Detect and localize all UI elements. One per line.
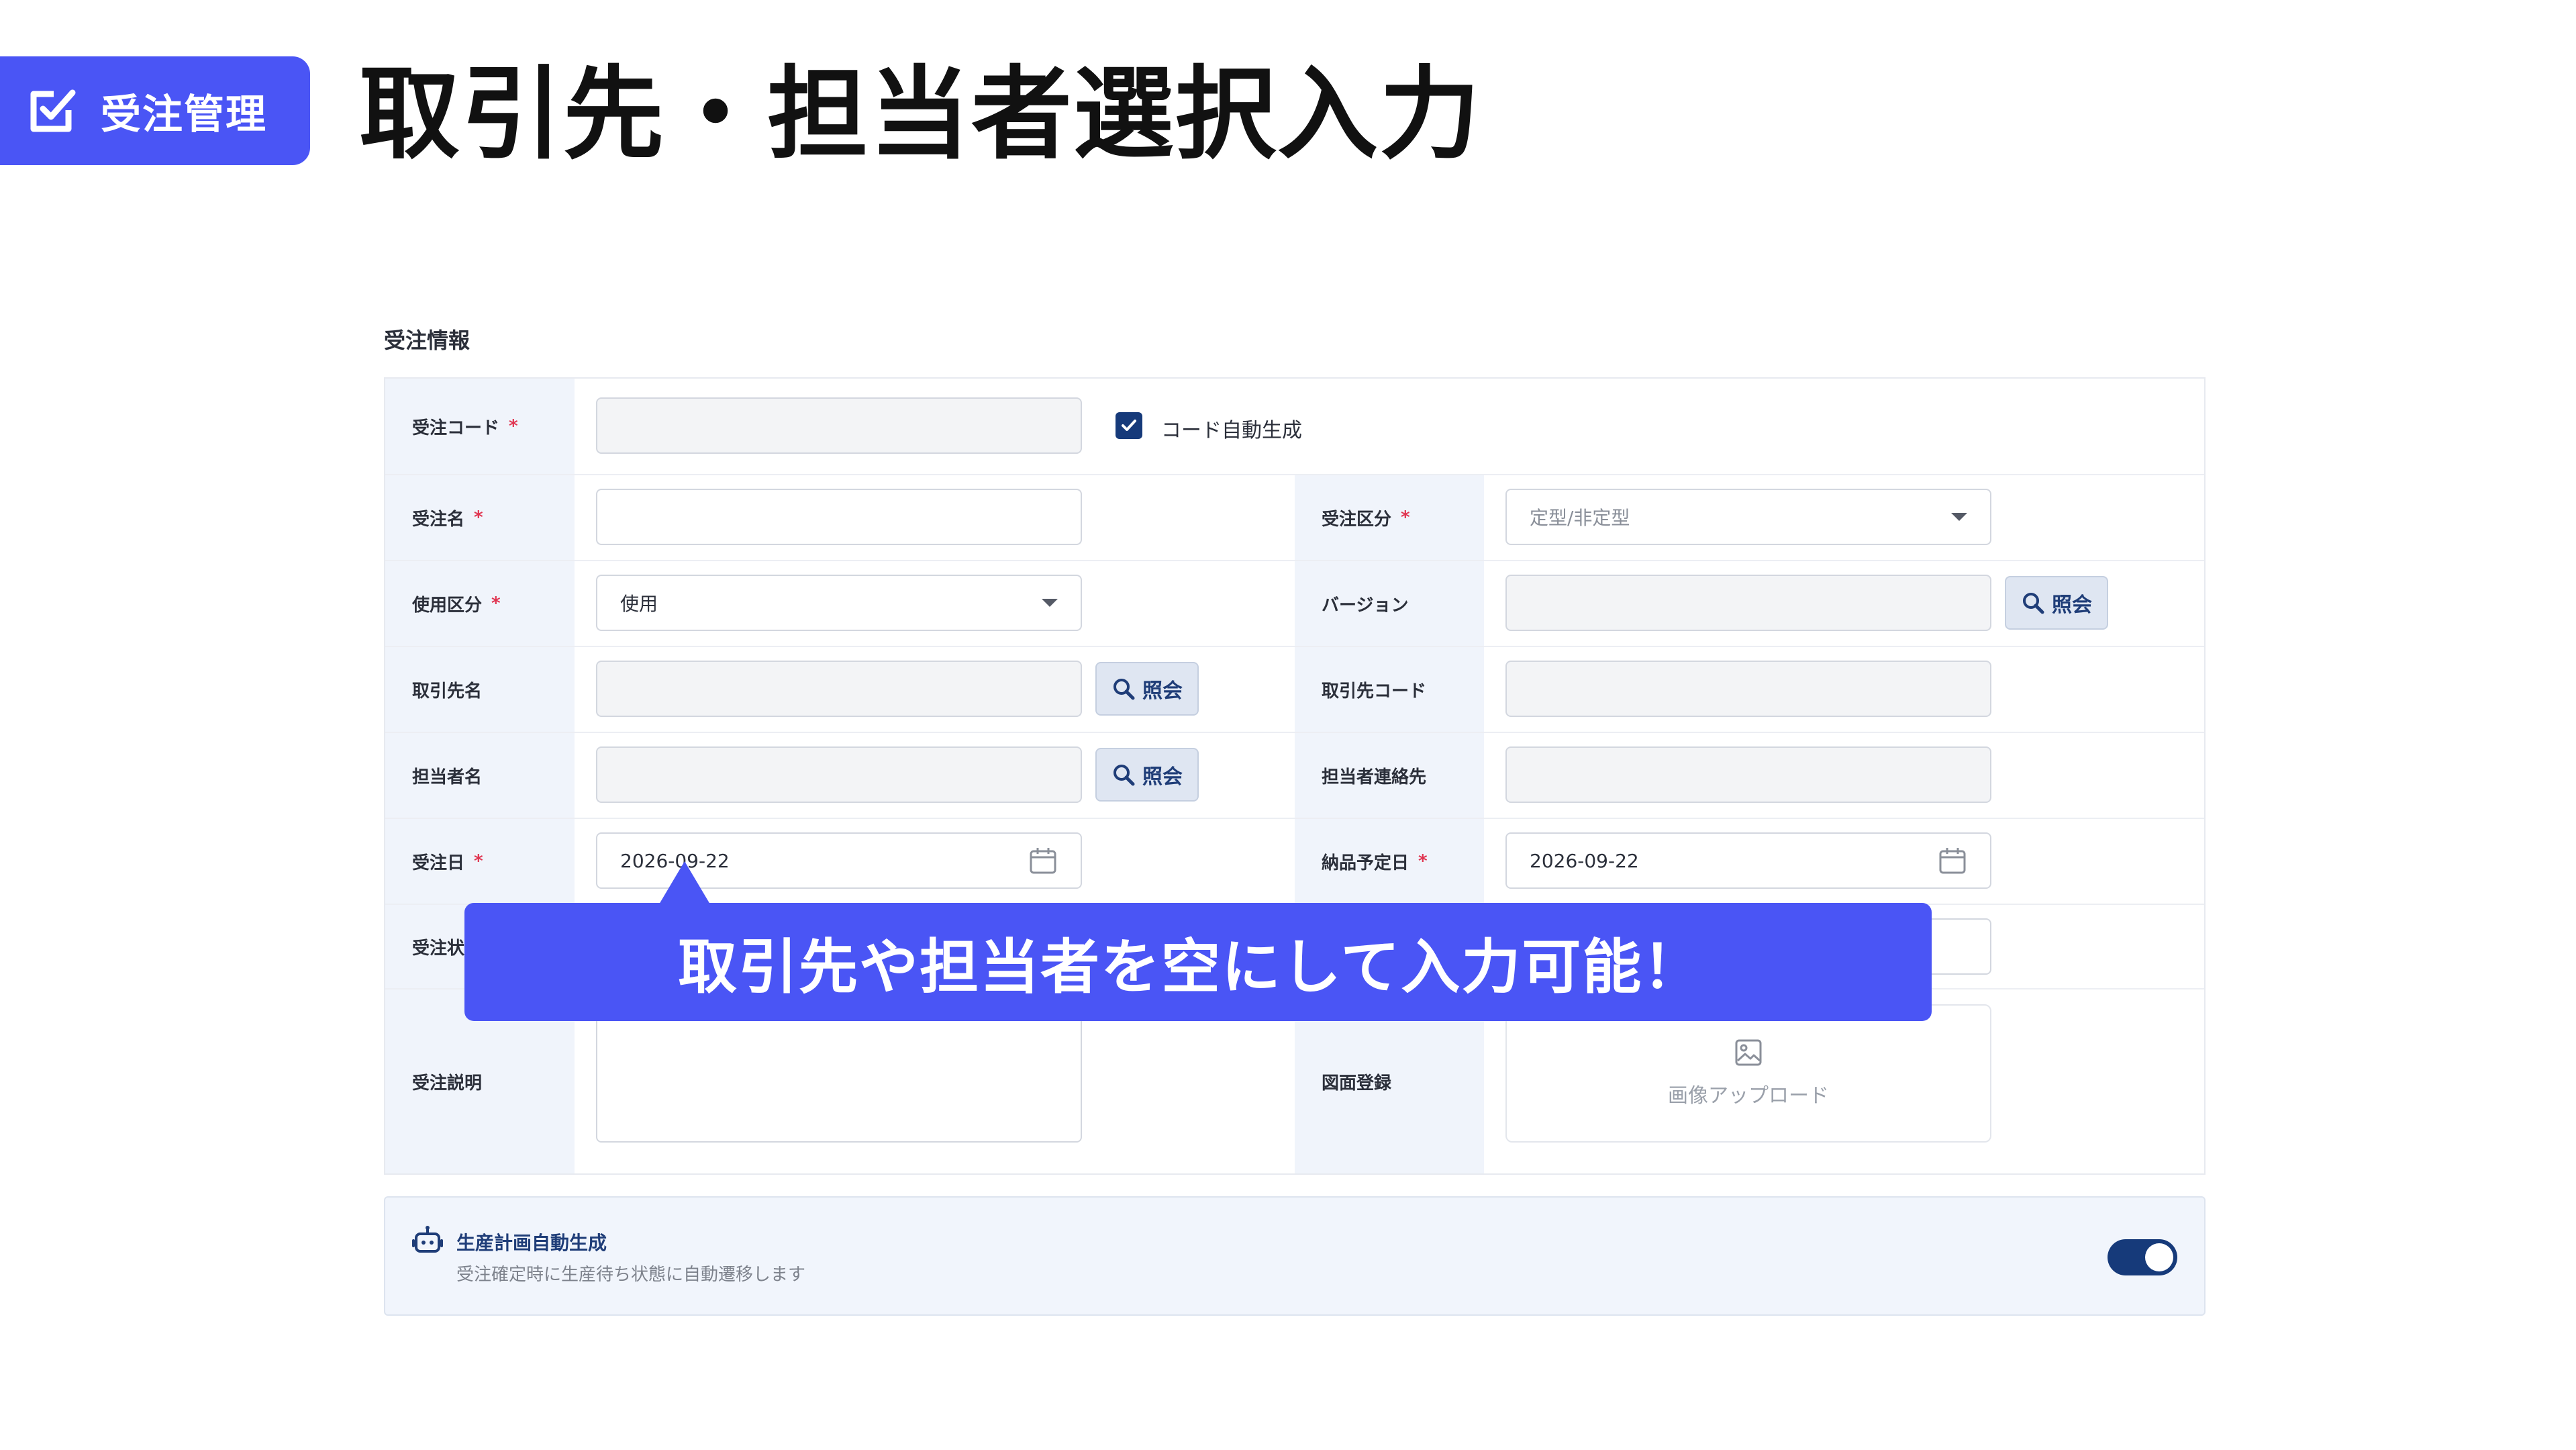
order-date-label: 受注日 * [385, 819, 575, 904]
chevron-down-icon [1951, 513, 1967, 521]
required-mark: * [1418, 851, 1428, 871]
order-type-label: 受注区分 * [1295, 475, 1484, 560]
order-name-input[interactable] [596, 489, 1082, 545]
callout-banner: 取引先や担当者を空にして入力可能！ [464, 903, 1932, 1021]
page-title: 取引先・担当者選択入力 [359, 56, 1482, 173]
chevron-down-icon [1042, 599, 1058, 607]
usage-select[interactable]: 使用 [596, 575, 1082, 631]
version-lookup-button[interactable]: 照会 [2005, 576, 2108, 630]
delivery-date-label: 納品予定日 * [1295, 819, 1484, 904]
search-icon [1113, 679, 1135, 700]
description-textarea[interactable] [596, 1004, 1082, 1143]
section-title: 受注情報 [384, 328, 470, 353]
toggle-knob [2145, 1243, 2173, 1271]
order-type-select[interactable]: 定型/非定型 [1505, 489, 1991, 545]
client-code-input[interactable] [1505, 661, 1991, 717]
auto-production-panel: 生産計画自動生成 受注確定時に生産待ち状態に自動遷移します [384, 1196, 2206, 1316]
auto-code-label: コード自動生成 [1161, 419, 1302, 442]
required-mark: * [509, 416, 518, 436]
order-code-input[interactable] [596, 397, 1082, 454]
client-lookup-button[interactable]: 照会 [1095, 662, 1199, 716]
search-icon [2023, 593, 2044, 614]
usage-label: 使用区分 * [385, 561, 575, 646]
check-icon [1122, 420, 1136, 431]
required-mark: * [1401, 508, 1410, 528]
image-upload-area[interactable]: 画像アップロード [1505, 1004, 1991, 1143]
form-row: 受注コード * コード自動生成 [385, 379, 2204, 475]
calendar-icon[interactable] [1938, 846, 1967, 875]
contact-lookup-button[interactable]: 照会 [1095, 748, 1199, 802]
delivery-date-input[interactable]: 2026-09-22 [1505, 832, 1991, 889]
checkbox-edit-icon [24, 83, 79, 138]
required-mark: * [491, 593, 501, 614]
module-label: 受注管理 [101, 91, 267, 138]
form-row: 取引先名 照会 取引先コード [385, 647, 2204, 733]
callout-pointer [659, 861, 710, 904]
order-name-label: 受注名 * [385, 475, 575, 560]
robot-icon [412, 1224, 443, 1255]
auto-production-description: 受注確定時に生産待ち状態に自動遷移します [456, 1265, 806, 1285]
form-row: 受注日 * 2026-09-22 納品予定日 * 2026-09-22 [385, 819, 2204, 905]
image-icon [1735, 1039, 1762, 1066]
client-name-input[interactable] [596, 661, 1082, 717]
version-label: バージョン [1295, 561, 1484, 646]
search-icon [1113, 765, 1135, 786]
client-code-label: 取引先コード [1295, 647, 1484, 732]
callout-text: 取引先や担当者を空にして入力可能！ [678, 932, 1703, 1002]
order-code-label: 受注コード * [385, 379, 575, 474]
required-mark: * [474, 851, 483, 871]
required-mark: * [474, 508, 483, 528]
auto-production-toggle[interactable] [2108, 1239, 2177, 1275]
contact-info-input[interactable] [1505, 746, 1991, 803]
form-row: 担当者名 照会 担当者連絡先 [385, 733, 2204, 819]
auto-production-title: 生産計画自動生成 [456, 1232, 607, 1254]
contact-name-label: 担当者名 [385, 733, 575, 818]
order-form: 受注コード * コード自動生成 受注名 * 受注区分 * 定型/非定型 使用区分 * [384, 377, 2206, 1175]
form-row: 受注名 * 受注区分 * 定型/非定型 [385, 475, 2204, 561]
auto-code-checkbox[interactable] [1116, 412, 1142, 439]
module-badge: 受注管理 [0, 56, 310, 165]
contact-name-input[interactable] [596, 746, 1082, 803]
contact-info-label: 担当者連絡先 [1295, 733, 1484, 818]
form-row: 使用区分 * 使用 バージョン 照会 [385, 561, 2204, 647]
version-input[interactable] [1505, 575, 1991, 631]
client-name-label: 取引先名 [385, 647, 575, 732]
calendar-icon[interactable] [1028, 846, 1058, 875]
